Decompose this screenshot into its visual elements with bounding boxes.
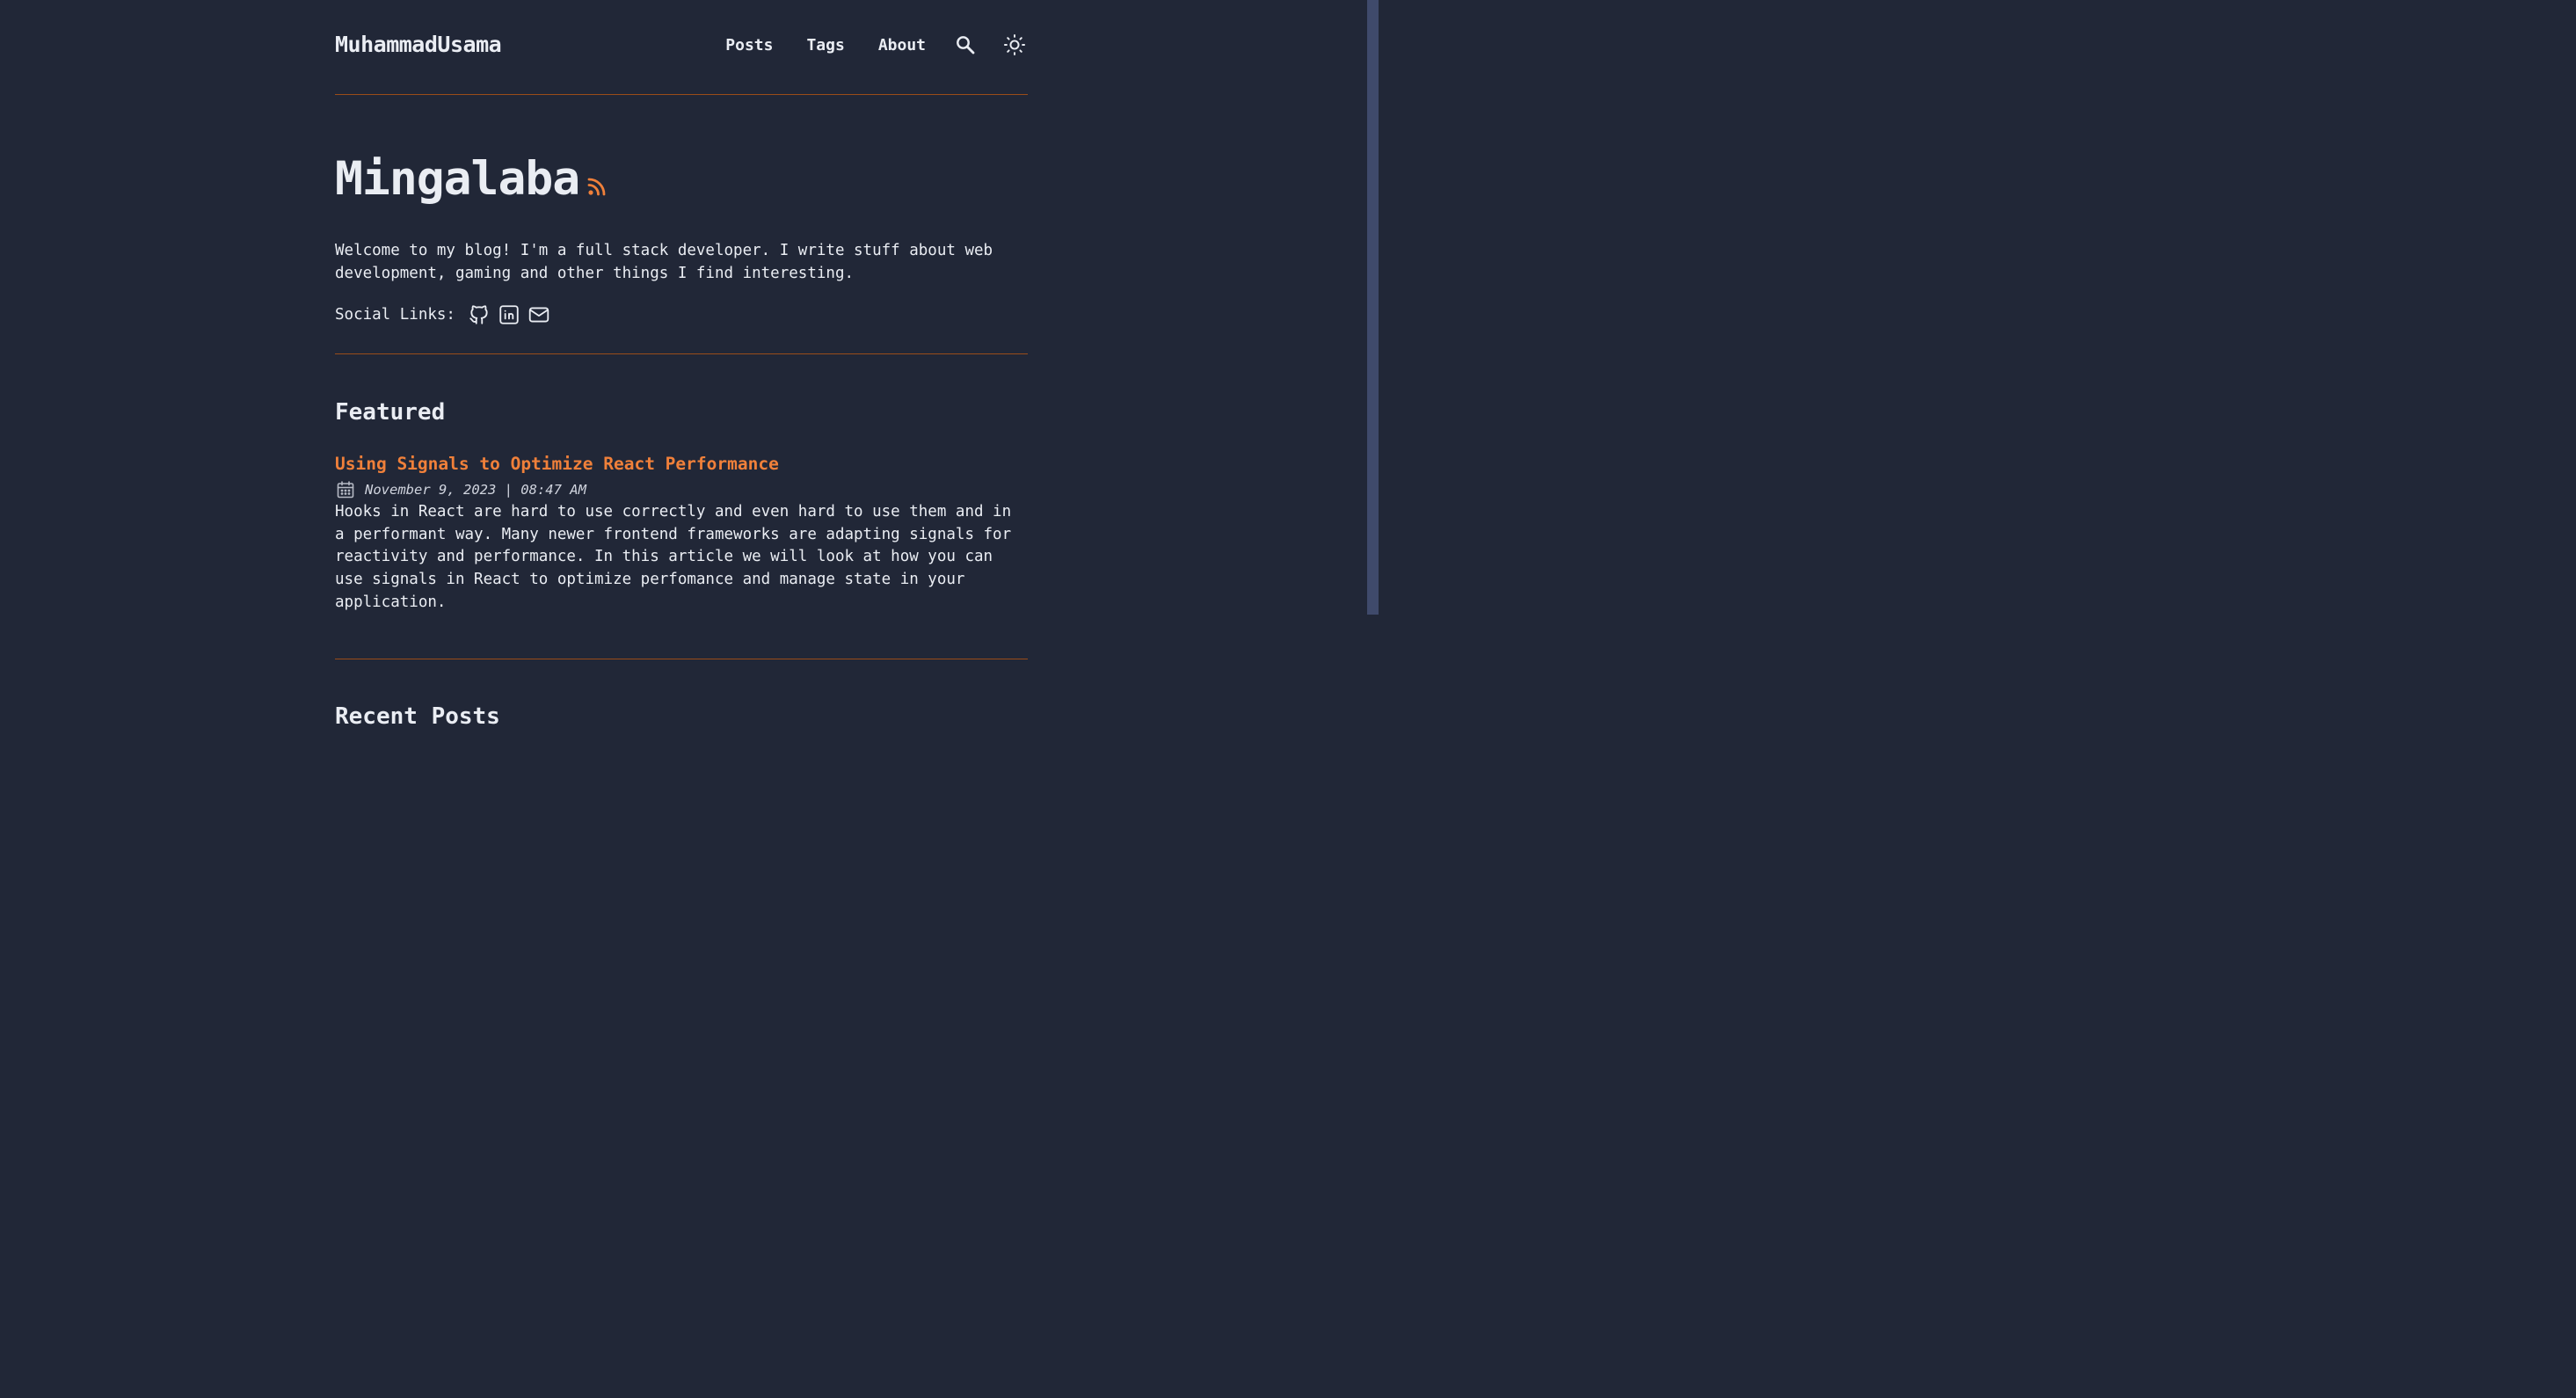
featured-post-date-row: November 9, 2023 | 08:47 AM <box>335 480 586 499</box>
featured-post-description: Hooks in React are hard to use correctly… <box>335 503 1012 611</box>
featured-post-title-link[interactable]: Using Signals to Optimize React Performa… <box>335 454 779 474</box>
hero-title: Mingalaba <box>335 152 580 206</box>
linkedin-icon[interactable] <box>498 303 520 326</box>
recent-posts-heading: Recent Posts <box>335 703 500 730</box>
featured-section: Featured Using Signals to Optimize React… <box>335 353 1028 659</box>
hero-intro: Welcome to my blog! I'm a full stack dev… <box>335 242 993 282</box>
scrollbar-thumb[interactable] <box>1367 0 1379 615</box>
rss-icon[interactable] <box>586 176 608 200</box>
hero-section: Mingalaba Welcome to my blog! I'm a full… <box>335 0 1028 354</box>
featured-heading: Featured <box>335 399 446 426</box>
calendar-icon <box>335 479 356 500</box>
mail-icon[interactable] <box>528 303 550 326</box>
vertical-scrollbar[interactable] <box>1367 0 1379 748</box>
page-container: MuhammadUsama Posts Tags About Mingalaba… <box>335 0 1028 659</box>
hero-title-row: Mingalaba <box>335 151 608 208</box>
social-links: Social Links: <box>335 302 557 327</box>
github-icon[interactable] <box>468 303 491 326</box>
social-links-label: Social Links: <box>335 306 455 324</box>
featured-post-date: November 9, 2023 | 08:47 AM <box>365 482 586 498</box>
